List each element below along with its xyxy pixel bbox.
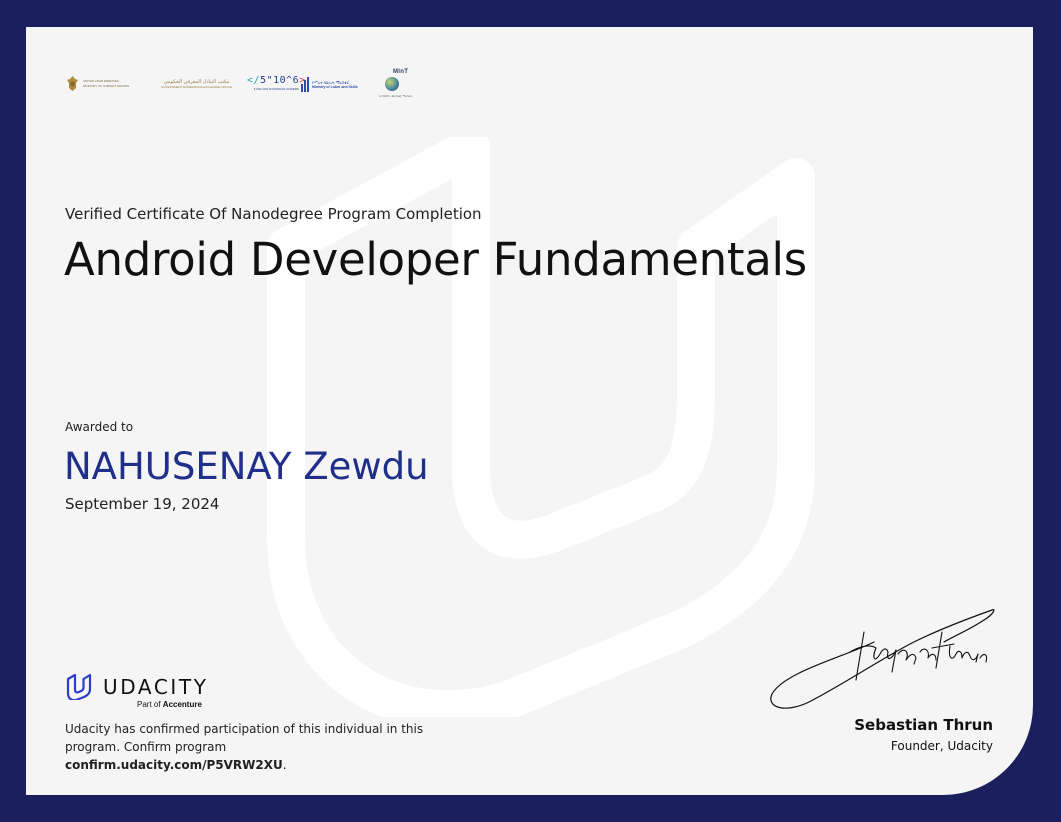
mols-english: Ministry of Labor and Skills <box>312 84 358 89</box>
five-million-caption: 5 MILLION ETHIOPIAN CODERS <box>253 87 299 91</box>
uae-logo-line1: UNITED ARAB EMIRATES <box>83 79 119 83</box>
mint-mark: MInT <box>393 69 409 75</box>
globe-icon <box>385 77 399 91</box>
five-million-coders-logo: </5"10^6> 5 MILLION ETHIOPIAN CODERS <box>247 75 306 91</box>
udacity-logo-icon <box>66 673 92 700</box>
confirmation-link[interactable]: confirm.udacity.com/P5VRW2XU <box>65 758 283 772</box>
signatory-name: Sebastian Thrun <box>854 716 993 734</box>
gov-exchange-logo: مكتب التبادل المعرفي الحكومي GOVERNMENT … <box>161 79 232 89</box>
uae-logo-line2: MINISTRY OF CABINET AFFAIRS <box>83 84 130 88</box>
falcon-emblem-icon <box>67 76 78 91</box>
ministry-labor-skills-logo: የሥራና ክህሎት ሚኒስቴር Ministry of Labor and Sk… <box>301 77 358 92</box>
brand-name: UDACITY <box>103 675 209 699</box>
mint-caption: ኢኖቬሽንና ቴክኖሎጂ ሚኒስቴር <box>379 94 413 98</box>
signatory-role: Founder, Udacity <box>890 739 993 753</box>
gov-logo-english: GOVERNMENT EXPERIENCE EXCHANGE OFFICE <box>161 85 233 89</box>
five-million-mark: 5"10^6 <box>260 75 300 86</box>
signature-image <box>770 609 995 709</box>
brand-tagline: Part of Accenture <box>137 700 202 709</box>
confirmation-text: Udacity has confirmed participation of t… <box>65 722 424 772</box>
award-date: September 19, 2024 <box>65 495 220 513</box>
certificate-subtitle: Verified Certificate Of Nanodegree Progr… <box>65 205 482 223</box>
mint-logo: MInT ኢኖቬሽንና ቴክኖሎጂ ሚኒስቴር <box>379 69 425 103</box>
uae-cabinet-logo: UNITED ARAB EMIRATES MINISTRY OF CABINET… <box>66 75 129 92</box>
awarded-to-label: Awarded to <box>65 420 134 434</box>
partner-logos: UNITED ARAB EMIRATES MINISTRY OF CABINET… <box>66 69 436 103</box>
program-title: Android Developer Fundamentals <box>64 233 807 286</box>
certificate-card: UNITED ARAB EMIRATES MINISTRY OF CABINET… <box>26 27 1033 795</box>
building-icon <box>301 77 309 92</box>
udacity-watermark <box>267 137 815 717</box>
recipient-name: NAHUSENAY Zewdu <box>64 445 429 488</box>
udacity-brand: UDACITY Part of Accenture <box>65 672 225 712</box>
